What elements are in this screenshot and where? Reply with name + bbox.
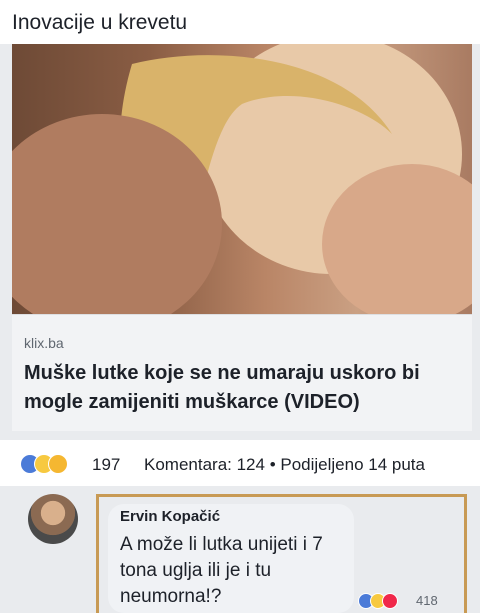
- post-image-art: [12, 44, 472, 314]
- comment-reactions[interactable]: 418: [358, 593, 448, 613]
- comments-shares-count[interactable]: Komentara: 124 • Podijeljeno 14 puta: [144, 455, 425, 475]
- reaction-count[interactable]: 197: [92, 455, 120, 475]
- comment-reaction-count: 418: [416, 593, 438, 608]
- comment-author[interactable]: Ervin Kopačić: [120, 508, 220, 525]
- link-domain: klix.ba: [24, 335, 64, 351]
- post-title: Inovacije u krevetu: [12, 6, 472, 40]
- comment-bubble: Ervin Kopačić A može li lutka unijeti i …: [108, 504, 354, 613]
- post-image[interactable]: [12, 44, 472, 314]
- post-stats: 197 Komentara: 124 • Podijeljeno 14 puta: [0, 440, 480, 486]
- link-preview[interactable]: klix.ba Muške lutke koje se ne umaraju u…: [12, 314, 472, 431]
- avatar[interactable]: [28, 494, 78, 544]
- link-headline[interactable]: Muške lutke koje se ne umaraju uskoro bi…: [24, 359, 464, 417]
- reaction-icons[interactable]: [20, 454, 90, 476]
- wow-icon: [48, 454, 68, 474]
- post-card: Inovacije u krevetu klix.ba Muške lutke …: [0, 0, 480, 613]
- love-icon: [382, 593, 398, 609]
- comment-text: A može li lutka unijeti i 7 tona uglja i…: [120, 534, 323, 607]
